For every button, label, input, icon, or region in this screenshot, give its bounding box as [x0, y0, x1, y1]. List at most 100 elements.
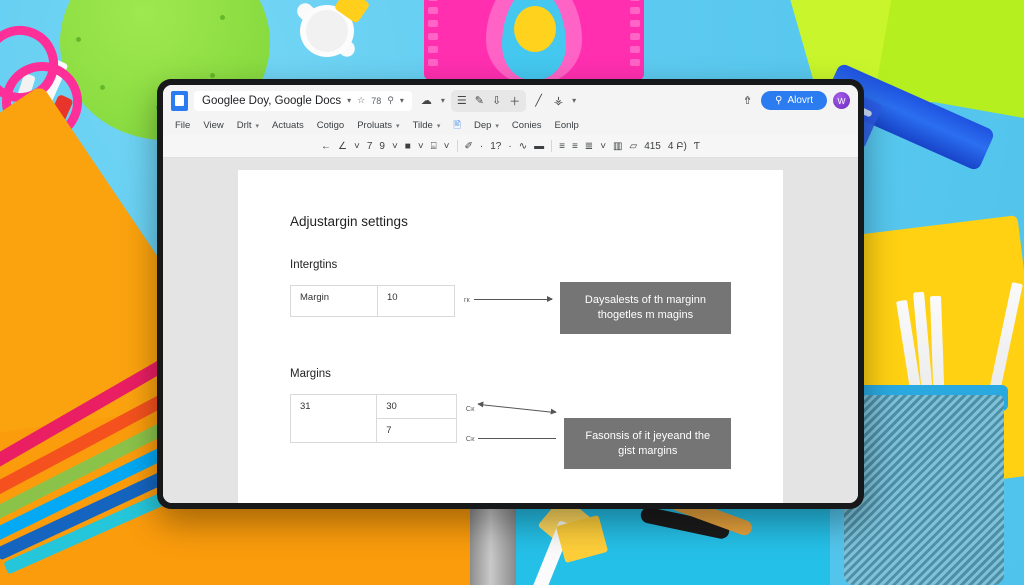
highlight-pen-icon[interactable]: ✐: [465, 141, 473, 152]
bold-icon[interactable]: ■: [405, 141, 411, 152]
history-chevron-down-icon[interactable]: ▾: [400, 96, 404, 105]
document-canvas[interactable]: Adjustargin settings Intergtins Margin 1…: [163, 158, 858, 503]
monitor-screen: Googlee Doy, Google Docs ▾ ☆ 78 ⚲ ▾ ☁ ▾ …: [163, 85, 858, 503]
annotation-label: Cк: [465, 433, 475, 443]
document-icon[interactable]: 🖹: [453, 118, 461, 134]
menu-item-drlt[interactable]: Drlt: [237, 120, 252, 131]
caret-icon[interactable]: ˅: [600, 141, 606, 152]
formatting-toolbar: ← ∠ ˅ 7 9 ˅ ■ ˅ ⌸ ˅ ✐ · 1? · ∿ ▬ ≡ ≡ ≣ ˅ ▥ ▱ 415 4 Բ) Ƭ: [163, 135, 858, 158]
image-icon[interactable]: ▬: [534, 141, 544, 152]
menu-item-tilde[interactable]: Tilde: [413, 120, 433, 131]
upload-icon[interactable]: ⇮: [740, 92, 755, 109]
toolbar-icon-group: ☰ ✎ ⇩ ＋: [450, 89, 527, 112]
pen-icon[interactable]: ✎: [472, 92, 487, 109]
list-numbered-icon[interactable]: ≡: [559, 141, 565, 152]
monitor-stand: [470, 505, 516, 585]
menu-item-file[interactable]: File: [175, 120, 190, 131]
dot-icon[interactable]: ·: [508, 141, 511, 152]
line-icon: [478, 437, 557, 439]
toolbar-separator: [551, 140, 553, 152]
callout-box-2: Fasonsis of it jeyeand the gist margins: [564, 417, 731, 470]
section-subheading-margins: Margins: [290, 367, 331, 380]
share-button-label: Alovrt: [787, 95, 813, 106]
page-title: Adjustargin settings: [290, 214, 408, 229]
table-row[interactable]: 31 30: [289, 393, 457, 443]
caret-icon[interactable]: ˅: [354, 141, 360, 152]
pencil-icon[interactable]: ╱: [532, 92, 545, 109]
font-size-icon[interactable]: 9: [379, 141, 385, 152]
section2-row: 31 30 7 Cк Cк Fasonsis of it jeyeand the…: [289, 393, 731, 470]
caret-icon[interactable]: ˅: [444, 141, 450, 152]
table-row[interactable]: Margin 10: [290, 285, 455, 317]
zoom-level-label[interactable]: 4 Բ): [668, 141, 687, 152]
table-icon[interactable]: ⌸: [431, 141, 437, 152]
callout-box-1: Daysalests of th marginn thogetles m mag…: [559, 282, 731, 334]
menu-item-actuats[interactable]: Actuats: [272, 120, 304, 131]
columns-icon[interactable]: ▥: [613, 141, 622, 152]
caret-icon[interactable]: ˅: [418, 141, 424, 152]
monitor-bezel: Googlee Doy, Google Docs ▾ ☆ 78 ⚲ ▾ ☁ ▾ …: [157, 79, 864, 509]
margins-table-2[interactable]: 31 30 7: [289, 393, 457, 443]
menu-item-dep[interactable]: Dep: [474, 120, 491, 131]
docs-logo-icon: [171, 90, 188, 111]
menu-item-cotigo[interactable]: Cotigo: [317, 120, 344, 131]
annotation-label: Cк: [465, 403, 475, 413]
line-spacing-icon[interactable]: ≣: [585, 141, 593, 152]
chevron-down-icon[interactable]: ▾: [437, 122, 441, 130]
undo-icon[interactable]: ←: [321, 141, 331, 152]
microphone-icon[interactable]: Ƭ: [694, 141, 700, 152]
cloud-chevron-down-icon[interactable]: ▾: [441, 96, 445, 105]
table-cell-merged[interactable]: 31: [289, 393, 378, 443]
chevron-down-icon[interactable]: ▾: [256, 122, 260, 130]
document-title-field[interactable]: Googlee Doy, Google Docs ▾ ☆ 78 ⚲ ▾: [194, 90, 412, 111]
annotation-2a: Cк: [465, 403, 557, 413]
lock-chevron-down-icon[interactable]: ▾: [572, 96, 576, 105]
chevron-down-icon[interactable]: ▾: [495, 122, 499, 130]
align-icon[interactable]: ≡: [572, 141, 578, 152]
table-cell-label[interactable]: Margin: [290, 285, 378, 317]
zoom-icon[interactable]: ∠: [338, 141, 347, 152]
share-button[interactable]: ⚲ Alovrt: [761, 91, 827, 110]
menu-bar: File View Drlt ▾ Actuats Cotigo Proluats…: [163, 116, 858, 135]
arrow-right-icon: [473, 296, 553, 302]
caret-icon[interactable]: ˅: [392, 141, 398, 152]
menu-item-conies[interactable]: Conies: [512, 120, 542, 131]
chevron-down-icon[interactable]: ▾: [396, 122, 400, 130]
text-style-icon[interactable]: 7: [367, 141, 373, 152]
search-icon[interactable]: ⚲: [387, 95, 394, 106]
table-cell-value-2[interactable]: 7: [376, 417, 457, 443]
page-count-label[interactable]: 415: [644, 141, 661, 152]
annotation-label: гк: [463, 295, 470, 304]
cloud-icon[interactable]: ☁: [418, 92, 435, 109]
align-left-icon[interactable]: ☰: [454, 92, 470, 109]
annotation-2b: Cк: [466, 434, 557, 443]
lock-icon[interactable]: ⚶: [551, 92, 566, 109]
star-icon[interactable]: ☆: [357, 95, 365, 106]
folder-icon[interactable]: ▱: [629, 141, 637, 152]
plus-icon[interactable]: ＋: [506, 91, 523, 111]
toolbar-separator: [456, 140, 458, 152]
document-title: Googlee Doy, Google Docs: [202, 94, 342, 107]
menu-item-view[interactable]: View: [203, 120, 223, 131]
link-icon[interactable]: 1?: [490, 141, 501, 152]
pencil-cup-prop: [844, 395, 1004, 585]
avatar[interactable]: W: [833, 92, 850, 109]
app-toolbar: Googlee Doy, Google Docs ▾ ☆ 78 ⚲ ▾ ☁ ▾ …: [163, 85, 858, 116]
chart-icon[interactable]: ∿: [519, 141, 527, 152]
table-cell-value[interactable]: 10: [376, 285, 455, 317]
menu-item-eonlp[interactable]: Eonlp: [555, 120, 579, 131]
badge-count: 78: [371, 95, 382, 106]
chevron-down-icon[interactable]: ▾: [347, 96, 351, 105]
annotation-group-2: Cк Cк: [465, 403, 557, 443]
dot-icon[interactable]: ·: [480, 141, 483, 152]
document-page[interactable]: Adjustargin settings Intergtins Margin 1…: [238, 170, 783, 503]
annotation-1: гк: [463, 295, 553, 304]
section-subheading-intergtins: Intergtins: [290, 259, 338, 271]
sort-icon[interactable]: ⇩: [489, 92, 504, 109]
pink-slab-prop: [424, 0, 644, 84]
table-cell-value-1[interactable]: 30: [376, 393, 457, 419]
arrow-double-icon: [478, 403, 557, 413]
margins-table-1[interactable]: Margin 10: [290, 285, 455, 317]
menu-item-proluats[interactable]: Proluats: [357, 120, 392, 131]
